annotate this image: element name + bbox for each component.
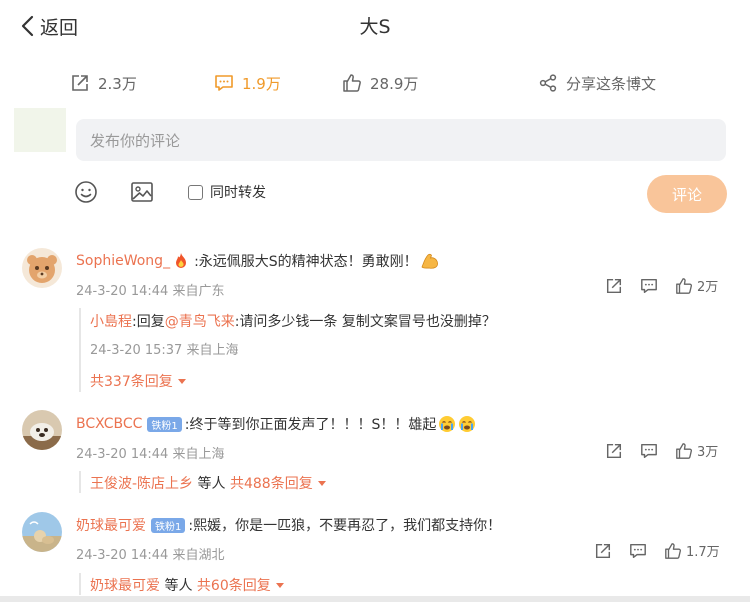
- repost-stat[interactable]: 2.3万: [70, 70, 137, 96]
- comment-stat[interactable]: 1.9万: [214, 70, 281, 96]
- more-replies-user[interactable]: 王俊波-陈店上乡: [90, 473, 193, 493]
- comment-like-count: 1.7万: [686, 545, 720, 560]
- reply-prefix: :回复: [132, 314, 165, 330]
- emoji-button[interactable]: [74, 180, 98, 204]
- comment-text: :熙媛，你是一匹狼，不要再忍了，我们都支持你！: [188, 518, 502, 534]
- comment-icon: [640, 442, 658, 460]
- comment-like-count: 2万: [697, 280, 719, 295]
- flex-arm-emoji-icon: [420, 252, 440, 270]
- comment-text: :终于等到你正面发声了！！！S！！雄起: [184, 417, 437, 433]
- comment-line: SophieWong_ :永远佩服大S的精神状态！勇敢刚！: [76, 251, 440, 271]
- share-button[interactable]: 分享这条博文: [538, 70, 656, 96]
- more-replies-user[interactable]: 奶球最可爱: [90, 575, 160, 595]
- comment-actions: 1.7万: [594, 541, 720, 560]
- repost-icon: [594, 542, 612, 560]
- comment-like-button[interactable]: 3万: [675, 441, 718, 460]
- reply-meta: 24-3-20 15:37 来自上海: [90, 343, 239, 358]
- repost-checkbox[interactable]: [188, 184, 203, 200]
- more-replies-link[interactable]: 奶球最可爱 等人 共60条回复: [90, 575, 284, 595]
- comment-meta: 24-3-20 14:44 来自湖北: [76, 548, 225, 563]
- image-icon: [130, 180, 154, 204]
- like-icon: [675, 277, 693, 295]
- fan-badge-label: 铁粉1: [151, 420, 178, 432]
- caret-down-icon: [275, 582, 284, 588]
- repost-icon: [70, 73, 90, 93]
- crying-emoji-icon: [458, 415, 476, 433]
- comment-icon: [629, 542, 647, 560]
- comment-actions: 2万: [605, 276, 718, 295]
- comment-icon: [640, 277, 658, 295]
- comment-input-placeholder: 发布你的评论: [90, 131, 181, 150]
- more-replies-link[interactable]: 共337条回复: [90, 371, 186, 391]
- comment-like-button[interactable]: 2万: [675, 276, 718, 295]
- emoji-icon: [74, 180, 98, 204]
- comment-line: BCXCBCC 铁粉1 :终于等到你正面发声了！！！S！！雄起: [76, 414, 476, 434]
- fan-badge: 铁粉1: [147, 416, 182, 432]
- reply-line: 小島程 :回复 @青鸟飞来 :请问多少钱一条 复制文案冒号也没删掉？: [90, 311, 496, 331]
- comment-count: 1.9万: [242, 74, 281, 93]
- more-replies-connector: 等人: [160, 578, 197, 594]
- bottom-divider: [0, 596, 750, 602]
- like-icon: [675, 442, 693, 460]
- avatar[interactable]: [22, 512, 62, 552]
- comment-actions: 3万: [605, 441, 718, 460]
- comment-reply-button[interactable]: [629, 542, 647, 560]
- more-replies-link[interactable]: 王俊波-陈店上乡 等人 共488条回复: [90, 473, 326, 493]
- image-button[interactable]: [130, 180, 154, 204]
- comment-meta: 24-3-20 14:44 来自上海: [76, 447, 225, 462]
- submit-comment-button[interactable]: 评论: [647, 175, 727, 213]
- comment-reply-button[interactable]: [640, 277, 658, 295]
- like-count: 28.9万: [370, 74, 419, 93]
- comment-username[interactable]: BCXCBCC: [76, 416, 142, 432]
- more-replies-count: 共60条回复: [196, 578, 271, 594]
- repost-icon: [605, 277, 623, 295]
- fire-emoji-icon: [172, 252, 190, 270]
- my-avatar: [14, 108, 66, 152]
- page-title: 大S: [359, 16, 391, 38]
- comment-reply-button[interactable]: [640, 442, 658, 460]
- reply-text: :请问多少钱一条 复制文案冒号也没删掉？: [234, 314, 496, 330]
- more-replies-connector: 等人: [193, 476, 230, 492]
- comment-meta: 24-3-20 14:44 来自广东: [76, 284, 225, 299]
- share-icon: [538, 73, 558, 93]
- comment-like-count: 3万: [697, 445, 719, 460]
- like-stat[interactable]: 28.9万: [342, 70, 418, 96]
- caret-down-icon: [317, 480, 326, 486]
- like-icon: [664, 542, 682, 560]
- reply-mention[interactable]: @青鸟飞来: [165, 311, 235, 331]
- reply-thread: 小島程 :回复 @青鸟飞来 :请问多少钱一条 复制文案冒号也没删掉？ 24-3-…: [79, 308, 719, 392]
- comment-repost-button[interactable]: [594, 542, 612, 560]
- comment-input[interactable]: 发布你的评论: [76, 119, 726, 161]
- repost-count: 2.3万: [98, 74, 137, 93]
- avatar[interactable]: [22, 248, 62, 288]
- repost-checkbox-row[interactable]: 同时转发: [188, 182, 266, 202]
- more-replies-count: 共337条回复: [90, 374, 173, 390]
- comment-icon: [214, 73, 234, 93]
- comment-text: :永远佩服大S的精神状态！勇敢刚！: [194, 254, 418, 270]
- repost-icon: [605, 442, 623, 460]
- reply-thread: 王俊波-陈店上乡 等人 共488条回复: [79, 471, 719, 493]
- share-label: 分享这条博文: [566, 74, 657, 93]
- fan-badge-label: 铁粉1: [155, 521, 182, 533]
- repost-checkbox-label: 同时转发: [210, 185, 266, 201]
- like-icon: [342, 73, 362, 93]
- fan-badge: 铁粉1: [151, 517, 186, 533]
- comment-like-button[interactable]: 1.7万: [664, 541, 720, 560]
- comment-repost-button[interactable]: [605, 277, 623, 295]
- comment-repost-button[interactable]: [605, 442, 623, 460]
- comment-line: 奶球最可爱 铁粉1 :熙媛，你是一匹狼，不要再忍了，我们都支持你！: [76, 515, 501, 535]
- avatar[interactable]: [22, 410, 62, 450]
- comment-username[interactable]: SophieWong_: [76, 253, 170, 269]
- caret-down-icon: [177, 378, 186, 384]
- crying-emoji-icon: [438, 415, 456, 433]
- more-replies-count: 共488条回复: [229, 476, 313, 492]
- reply-username[interactable]: 小島程: [90, 311, 132, 331]
- comment-username[interactable]: 奶球最可爱: [76, 515, 146, 535]
- reply-thread: 奶球最可爱 等人 共60条回复: [79, 573, 719, 595]
